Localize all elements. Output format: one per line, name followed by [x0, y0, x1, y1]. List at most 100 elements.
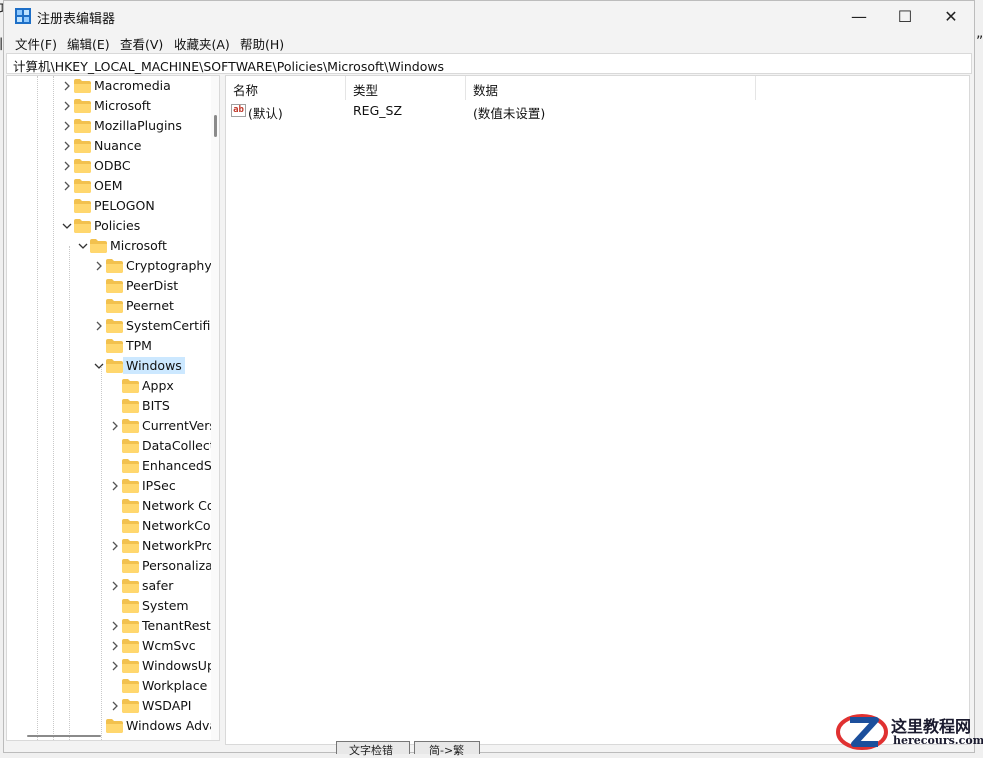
chevron-right-icon[interactable] [110, 700, 120, 712]
background-text-fragment: ” [976, 34, 983, 50]
folder-icon [122, 559, 139, 573]
column-header-data[interactable]: 数据 [466, 76, 756, 100]
maximize-button[interactable]: ☐ [882, 1, 928, 31]
menu-favorites[interactable]: 收藏夹(A) [174, 34, 230, 53]
tree-horizontal-scrollbar[interactable] [6, 730, 220, 741]
tree-item-label: Policies [94, 218, 141, 233]
minimize-button[interactable]: — [836, 1, 882, 31]
menu-edit[interactable]: 编辑(E) [67, 34, 110, 53]
tree-item-label: Microsoft [110, 238, 167, 253]
tree-item-label: Microsoft [94, 98, 151, 113]
tree-item-label: System [142, 598, 189, 613]
chevron-right-icon[interactable] [62, 160, 72, 172]
chevron-down-icon[interactable] [94, 360, 104, 372]
chevron-right-icon[interactable] [110, 640, 120, 652]
folder-icon [74, 159, 91, 173]
folder-icon [74, 79, 91, 93]
tree-item-label: Network Connections [142, 498, 219, 513]
chevron-right-icon[interactable] [110, 540, 120, 552]
value-name: (默认) [248, 106, 283, 121]
chevron-right-icon[interactable] [62, 120, 72, 132]
folder-icon [106, 319, 123, 333]
tree-item-label: EnhancedStorage [142, 458, 219, 473]
tree-item-label: Nuance [94, 138, 142, 153]
tree-item-label: CurrentVersion [142, 418, 219, 433]
tree-guide-line [101, 366, 102, 740]
address-bar[interactable]: 计算机\HKEY_LOCAL_MACHINE\SOFTWARE\Policies… [6, 53, 972, 74]
chevron-right-icon[interactable] [62, 80, 72, 92]
tree-item-label: Peernet [126, 298, 174, 313]
column-header-type[interactable]: 类型 [346, 76, 466, 100]
tree-hscroll-thumb[interactable] [27, 735, 101, 737]
chevron-right-icon[interactable] [110, 420, 120, 432]
folder-icon [122, 539, 139, 553]
tree-item-label: OEM [94, 178, 123, 193]
folder-icon [90, 239, 107, 253]
window-title: 注册表编辑器 [37, 12, 116, 27]
folder-icon [74, 179, 91, 193]
tree-item-label: Cryptography [126, 258, 212, 273]
string-value-icon: ab [231, 104, 246, 117]
folder-icon [122, 459, 139, 473]
tree-item-label: Windows [123, 357, 185, 374]
tree-item-label: BITS [142, 398, 170, 413]
chevron-down-icon[interactable] [62, 220, 72, 232]
chevron-right-icon[interactable] [110, 660, 120, 672]
chevron-right-icon[interactable] [110, 580, 120, 592]
folder-icon [122, 419, 139, 433]
tree-item-label: PeerDist [126, 278, 179, 293]
folder-icon [106, 259, 123, 273]
tree-vertical-scrollbar[interactable] [211, 76, 219, 740]
chevron-right-icon[interactable] [62, 180, 72, 192]
tree-item-label: WSDAPI [142, 698, 192, 713]
tree-item-label: NetworkConnectivity [142, 518, 219, 533]
tree-item-label: TPM [126, 338, 152, 353]
key-tree-pane[interactable]: Macromedia Microsoft MozillaPlugins Nuance O… [6, 75, 220, 741]
folder-icon [106, 279, 123, 293]
taskbar-button[interactable]: 简->繁 [414, 741, 480, 757]
folder-icon [106, 299, 123, 313]
tree-guide-line [37, 76, 38, 740]
address-path: 计算机\HKEY_LOCAL_MACHINE\SOFTWARE\Policies… [13, 59, 445, 74]
values-list-pane[interactable]: 名称 类型 数据 ab (默认) REG_SZ (数值未设置) [225, 75, 970, 745]
folder-icon [122, 379, 139, 393]
tree-item-label: TenantRestrictions [142, 618, 219, 633]
tree-item-label: WcmSvc [142, 638, 196, 653]
tree-item-label: safer [142, 578, 174, 593]
folder-icon [122, 519, 139, 533]
tree-item-label: WindowsUpdate [142, 658, 219, 673]
column-header-name[interactable]: 名称 [226, 76, 346, 100]
folder-icon [122, 579, 139, 593]
value-row[interactable]: ab (默认) REG_SZ (数值未设置) [226, 100, 969, 121]
menu-help[interactable]: 帮助(H) [240, 34, 284, 53]
folder-icon [122, 659, 139, 673]
chevron-right-icon[interactable] [94, 260, 104, 272]
menu-file[interactable]: 文件(F) [15, 34, 57, 53]
tree-item-label: PELOGON [94, 198, 155, 213]
folder-icon [74, 219, 91, 233]
chevron-right-icon[interactable] [110, 480, 120, 492]
tree-item-label: NetworkProvider [142, 538, 220, 553]
taskbar-button[interactable]: 文字检错 [336, 741, 410, 757]
tree-item-label: Macromedia [94, 78, 171, 93]
folder-icon [122, 439, 139, 453]
tree-item-label: ODBC [94, 158, 131, 173]
chevron-down-icon[interactable] [78, 240, 88, 252]
value-data: (数值未设置) [473, 106, 546, 121]
chevron-right-icon[interactable] [110, 620, 120, 632]
tree-scroll-thumb[interactable] [214, 115, 217, 137]
menu-view[interactable]: 查看(V) [120, 34, 163, 53]
folder-icon [122, 619, 139, 633]
folder-icon [122, 679, 139, 693]
tree-item-label: Personalization [142, 558, 219, 573]
folder-icon [122, 639, 139, 653]
tree-guide-line [69, 246, 70, 740]
chevron-right-icon[interactable] [94, 320, 104, 332]
chevron-right-icon[interactable] [62, 100, 72, 112]
folder-icon [122, 699, 139, 713]
folder-icon [74, 199, 91, 213]
close-button[interactable]: ✕ [928, 1, 974, 31]
chevron-right-icon[interactable] [62, 140, 72, 152]
title-bar[interactable]: 注册表编辑器 — ☐ ✕ [4, 1, 974, 31]
folder-icon [74, 99, 91, 113]
